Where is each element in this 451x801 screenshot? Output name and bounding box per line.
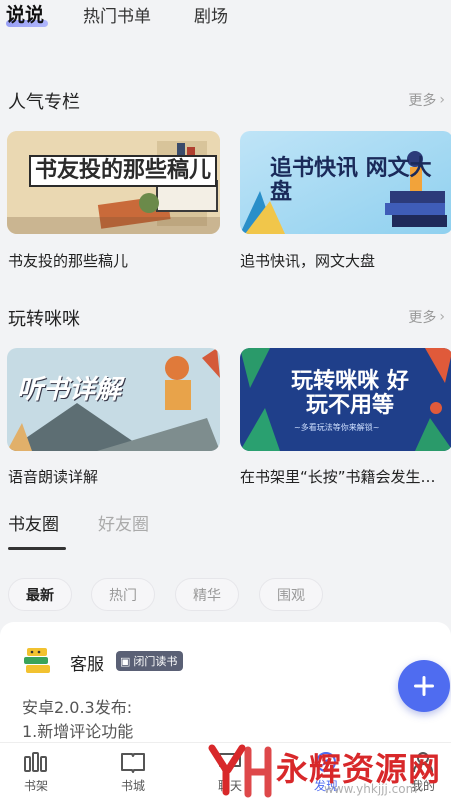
- popular-column-title: 人气专栏: [8, 92, 80, 113]
- tab-talk[interactable]: 说说: [6, 0, 44, 27]
- guide-card-listening[interactable]: 听书详解: [7, 348, 220, 451]
- nav-label: 书架: [23, 779, 48, 793]
- filter-latest[interactable]: 最新: [8, 578, 72, 611]
- column-card-news[interactable]: 追书快讯 网文大盘: [240, 131, 451, 234]
- filter-hot[interactable]: 热门: [91, 578, 155, 611]
- column-card-caption: 追书快讯，网文大盘: [240, 252, 376, 270]
- post-text-line: 1.新增评论功能: [22, 722, 134, 741]
- bookshelf-icon: [24, 752, 47, 772]
- nav-bookstore[interactable]: 书城: [103, 751, 163, 794]
- profile-icon: [413, 752, 433, 773]
- create-post-button[interactable]: [398, 660, 450, 712]
- tab-book-circle[interactable]: 书友圈: [8, 510, 59, 535]
- tab-theater[interactable]: 剧场: [194, 2, 228, 27]
- listening-banner-text: 听书详解: [17, 375, 122, 405]
- more-label: 更多: [408, 310, 437, 326]
- column-card-caption: 书友投的那些稿儿: [8, 252, 129, 270]
- bookstack-avatar-icon: [24, 648, 50, 673]
- filter-watching[interactable]: 围观: [259, 578, 323, 611]
- news-banner-text: 追书快讯 网文大盘: [270, 156, 432, 206]
- chevron-right-icon: ›: [439, 309, 445, 325]
- nav-label: 书城: [120, 779, 145, 793]
- nav-label: 发现: [313, 779, 338, 793]
- play-guide-title: 玩转咪咪: [8, 309, 80, 330]
- tab-hot-booklists[interactable]: 热门书单: [83, 2, 151, 27]
- popular-column-more-link[interactable]: 更多 ›: [408, 90, 445, 110]
- play-banner-subtitle: ~多看玩法等你来解锁~: [294, 423, 380, 432]
- play-guide-more-link[interactable]: 更多 ›: [408, 307, 445, 327]
- book-icon: ▣: [120, 654, 131, 668]
- submissions-banner-text: 书友投的那些稿儿: [29, 155, 218, 188]
- nav-discover[interactable]: 发现: [296, 751, 356, 794]
- chevron-right-icon: ›: [439, 92, 445, 108]
- nav-bookshelf[interactable]: 书架: [6, 751, 66, 794]
- guide-card-caption: 在书架里“长按”书籍会发生…: [240, 468, 436, 486]
- circle-tab-indicator: [8, 547, 66, 550]
- chat-icon: [219, 753, 241, 771]
- guide-card-play[interactable]: 玩转咪咪 好玩不用等 ~多看玩法等你来解锁~: [240, 348, 451, 451]
- author-badge-label: 闭门读书: [133, 655, 178, 668]
- tab-friend-circle[interactable]: 好友圈: [98, 510, 149, 535]
- author-badge: ▣ 闭门读书: [116, 651, 184, 671]
- nav-label: 我的: [410, 779, 435, 793]
- plus-icon: [414, 676, 434, 696]
- bookstore-icon: [121, 753, 145, 773]
- filter-featured[interactable]: 精华: [175, 578, 239, 611]
- bottom-nav: 书架 书城 聊天 发现 我的: [0, 742, 451, 801]
- post-author[interactable]: 客服: [70, 650, 104, 675]
- nav-profile[interactable]: 我的: [393, 751, 451, 794]
- nav-label: 聊天: [217, 779, 242, 793]
- more-label: 更多: [408, 93, 437, 109]
- discover-icon: [316, 752, 336, 772]
- top-tab-bar: 说说 热门书单 剧场: [0, 0, 451, 32]
- nav-chat[interactable]: 聊天: [200, 751, 260, 794]
- post-text-line: 安卓2.0.3发布:: [22, 698, 133, 717]
- guide-card-caption: 语音朗读详解: [8, 468, 99, 486]
- column-card-submissions[interactable]: 书友投的那些稿儿: [7, 131, 220, 234]
- play-banner-text: 玩转咪咪 好玩不用等: [291, 369, 409, 419]
